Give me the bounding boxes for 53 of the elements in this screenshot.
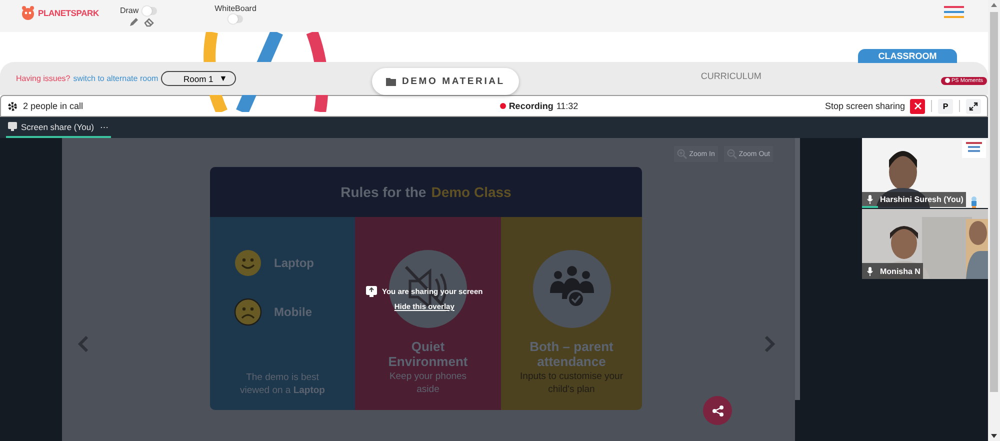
- logo-text: PLANETSPARK: [38, 8, 99, 18]
- pencil-icon[interactable]: [128, 17, 139, 27]
- smiley-icon: [234, 249, 262, 277]
- more-icon[interactable]: ⋯: [100, 122, 109, 132]
- screen-share-icon: [366, 286, 377, 297]
- share-button[interactable]: [703, 396, 732, 425]
- sticker-icon: [970, 196, 978, 208]
- settings-icon[interactable]: [7, 100, 18, 112]
- toggle-label: WhiteBoard: [214, 4, 256, 13]
- slide-title: Rules for the: [340, 184, 426, 200]
- issue-text: Having issues?: [16, 74, 70, 83]
- recording-time: 11:32: [556, 101, 578, 111]
- dot-icon: [944, 78, 950, 83]
- logo-icon: [20, 5, 36, 21]
- recording-dot-icon: [500, 103, 506, 109]
- toggle-label: Draw: [120, 6, 139, 15]
- folder-icon: [386, 77, 396, 86]
- close-icon: [914, 102, 922, 110]
- monitor-icon: [8, 122, 17, 131]
- rule-caption: The demo is best viewed on a Laptop: [238, 371, 326, 397]
- stop-sharing-button[interactable]: [910, 98, 925, 114]
- zoom-out-icon: [726, 149, 737, 159]
- people-check-icon: [532, 249, 612, 329]
- microphone-icon: [867, 266, 873, 276]
- device-label: Mobile: [274, 305, 312, 319]
- stop-sharing-label: Stop screen sharing: [824, 101, 905, 111]
- rule-heading: Quiet Environment: [387, 339, 469, 369]
- scrollbar[interactable]: [988, 0, 1000, 441]
- device-label: Laptop: [274, 256, 314, 270]
- toggle-switch[interactable]: [228, 15, 242, 23]
- fullscreen-button[interactable]: [966, 98, 981, 114]
- recording-label: Recording: [508, 101, 554, 111]
- people-count: 2 people in call: [23, 101, 84, 111]
- rule-heading: Both – parent attendance: [528, 339, 614, 369]
- sad-face-icon: [234, 298, 262, 326]
- tab[interactable]: DEMO MATERIAL: [372, 68, 519, 95]
- microphone-icon: [867, 195, 873, 204]
- zoom-in-icon: [677, 149, 688, 159]
- pin-button[interactable]: P: [938, 98, 953, 114]
- rule-caption: Keep your phones aside: [388, 370, 468, 396]
- menu-icon[interactable]: [944, 6, 964, 18]
- scrollbar-thumb[interactable]: [990, 12, 998, 392]
- tab[interactable]: CURRICULUM: [694, 70, 768, 82]
- caret-icon: ▼: [219, 74, 228, 83]
- eraser-icon[interactable]: [144, 17, 154, 27]
- room-dropdown[interactable]: Room 1 ▼: [161, 71, 236, 86]
- scrollbar[interactable]: [795, 138, 800, 400]
- toggle-switch[interactable]: [142, 6, 157, 14]
- participant-name: Monisha N: [880, 266, 920, 276]
- slide-title-highlight: Demo Class: [431, 184, 512, 200]
- share-icon: [712, 404, 724, 416]
- participant-name: Harshini Suresh (You): [880, 195, 964, 204]
- expand-icon: [969, 102, 978, 110]
